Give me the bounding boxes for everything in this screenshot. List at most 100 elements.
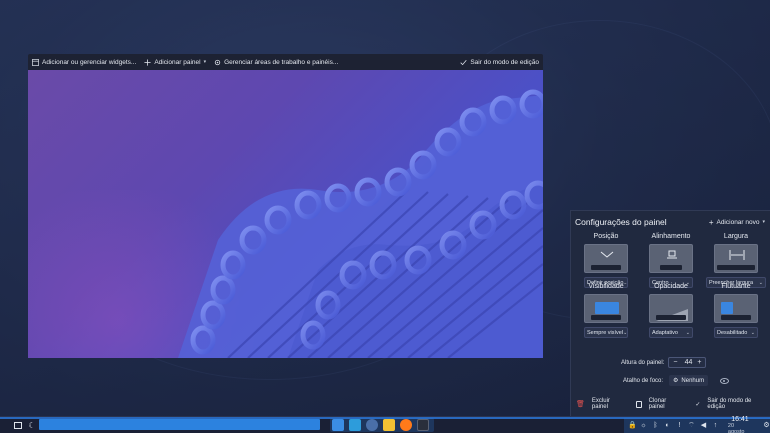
floating-preview[interactable] — [714, 294, 758, 323]
window-preview — [721, 302, 733, 314]
visibility-select[interactable]: Sempre visível ⌄ — [584, 327, 628, 338]
task-manager-apps — [332, 419, 429, 431]
panel-settings-header: Configurações do painel + Adicionar novo… — [571, 211, 770, 229]
plus-icon: + — [708, 217, 714, 227]
show-desktop-icon[interactable] — [12, 419, 24, 431]
arrow-up-icon[interactable]: ↑ — [712, 422, 719, 429]
panel-height-row: Altura do painel: − 44 + — [621, 357, 707, 368]
taskbar-panel: ☾ 🔒 ☼ ᛒ ◐ ! ⌔ ◀ ↑ 16:41 20 agosto ⚙ — [0, 416, 770, 433]
panel-bar-preview — [591, 265, 621, 270]
focus-shortcut-button[interactable]: ⚙ Nenhum — [669, 375, 709, 386]
chevron-down-icon: ⌄ — [750, 329, 755, 336]
manage-desktops-button[interactable]: Gerenciar áreas de trabalho e painéis... — [214, 59, 338, 66]
chevron-down-icon: ▾ — [762, 219, 765, 225]
chevron-down-icon: ⌄ — [685, 329, 690, 336]
battery-icon[interactable]: ◐ — [664, 422, 671, 429]
widgets-icon — [32, 58, 39, 66]
exit-edit-mode-button[interactable]: Sair do modo de edição — [460, 59, 539, 66]
panel-height-spinbox[interactable]: − 44 + — [668, 357, 707, 368]
width-preview[interactable] — [714, 244, 758, 273]
eye-icon[interactable] — [720, 377, 730, 384]
panel-settings-gear-icon[interactable]: ⚙ — [763, 422, 770, 429]
opacity-select[interactable]: Adaptativo ⌄ — [649, 327, 693, 338]
panel-settings-dialog: Configurações do painel + Adicionar novo… — [570, 210, 770, 416]
gear-icon — [214, 59, 221, 65]
delete-panel-button[interactable]: Excluir painel — [592, 398, 625, 410]
moon-icon[interactable]: ☾ — [26, 419, 38, 431]
checkmark-icon — [460, 59, 467, 65]
opacity-label: Opacidade — [654, 283, 688, 290]
checkmark-icon: ✓ — [695, 401, 701, 408]
floating-value: Desabilitado — [717, 329, 748, 336]
width-option: Largura Preencher largura ⌄ — [706, 233, 766, 288]
brightness-icon[interactable]: ☼ — [640, 422, 647, 429]
panel-bar-preview — [591, 315, 621, 320]
add-widgets-button[interactable]: Adicionar ou gerenciar widgets... — [32, 59, 136, 66]
opacity-option: Opacidade Adaptativo ⌄ — [641, 283, 701, 338]
chevron-down-icon: ▾ — [203, 59, 207, 65]
panel-height-label: Altura do painel: — [621, 359, 665, 366]
volume-icon[interactable]: ◀ — [700, 422, 707, 429]
position-preview[interactable] — [584, 244, 628, 273]
network-icon[interactable]: ⌔ — [688, 422, 695, 429]
position-label: Posição — [593, 233, 619, 240]
window-preview — [595, 302, 619, 314]
plus-icon — [144, 58, 151, 66]
alignment-preview[interactable] — [649, 244, 693, 273]
wallpaper-coil-art — [178, 89, 543, 358]
width-label: Largura — [723, 233, 749, 240]
settings-app-icon[interactable] — [366, 419, 378, 431]
add-panel-label: Adicionar painel — [154, 58, 201, 66]
lock-icon[interactable]: 🔒 — [628, 422, 637, 429]
add-new-label: Adicionar novo — [716, 218, 760, 226]
add-widgets-label: Adicionar ou gerenciar widgets... — [42, 58, 137, 66]
visibility-preview[interactable] — [584, 294, 628, 323]
desktop-wallpaper-preview[interactable] — [28, 70, 543, 358]
chevron-down-icon: ⌄ — [623, 329, 628, 336]
clone-panel-button[interactable]: Clonar painel — [649, 398, 682, 410]
clock-date: 20 agosto — [727, 422, 745, 433]
exit-edit-mode-panel-button[interactable]: Sair do modo de edição — [707, 398, 766, 410]
panel-bar-preview — [717, 265, 755, 270]
floating-option: Flutuante Desabilitado ⌄ — [706, 283, 766, 338]
gear-icon: ⚙ — [673, 378, 679, 384]
edit-mode-toolbar: Adicionar ou gerenciar widgets... Adicio… — [28, 54, 543, 70]
opacity-preview[interactable] — [649, 294, 693, 323]
opacity-value: Adaptativo — [652, 329, 678, 336]
decrease-icon[interactable]: − — [669, 359, 681, 366]
chevron-down-icon — [600, 251, 614, 258]
panel-bar-preview — [656, 315, 686, 320]
focus-shortcut-label: Atalho de foco: — [623, 377, 664, 384]
terminal-icon[interactable] — [417, 419, 429, 431]
panel-bar-preview — [721, 315, 751, 320]
trash-icon: 🗑 — [576, 401, 585, 408]
panel-bar-preview — [660, 265, 682, 270]
floating-select[interactable]: Desabilitado ⌄ — [714, 327, 758, 338]
align-center-icon — [667, 250, 677, 259]
digital-clock[interactable]: 16:41 20 agosto — [727, 416, 752, 433]
clone-icon — [635, 400, 642, 408]
width-arrows-icon — [729, 250, 745, 260]
notifications-icon[interactable]: ! — [676, 422, 683, 429]
panel-height-value[interactable]: 44 — [681, 359, 693, 366]
discover-icon[interactable] — [349, 419, 361, 431]
focus-shortcut-value: Nenhum — [681, 377, 705, 384]
visibility-value: Sempre visível — [587, 329, 624, 336]
add-new-button[interactable]: + Adicionar novo ▾ — [709, 218, 765, 227]
taskbar-spacer-highlight[interactable] — [39, 419, 320, 430]
visibility-label: Visibilidade — [588, 283, 624, 290]
floating-label: Flutuante — [721, 283, 751, 290]
alignment-option: Alinhamento Centro ⌄ — [641, 233, 701, 288]
firefox-icon[interactable] — [400, 419, 412, 431]
position-option: Posição Definir posição... — [576, 233, 636, 288]
pager-icon[interactable] — [332, 419, 344, 431]
visibility-option: Visibilidade Sempre visível ⌄ — [576, 283, 636, 338]
increase-icon[interactable]: + — [693, 359, 705, 366]
panel-settings-footer: 🗑 Excluir painel Clonar painel ✓ Sair do… — [571, 398, 770, 410]
bluetooth-icon[interactable]: ᛒ — [652, 422, 659, 429]
add-panel-button[interactable]: Adicionar painel ▾ — [144, 59, 206, 66]
panel-settings-title: Configurações do painel — [575, 217, 667, 227]
focus-shortcut-row: Atalho de foco: ⚙ Nenhum — [623, 375, 730, 386]
system-tray: 🔒 ☼ ᛒ ◐ ! ⌔ ◀ ↑ 16:41 20 agosto ⚙ — [624, 416, 770, 433]
files-folder-icon[interactable] — [383, 419, 395, 431]
